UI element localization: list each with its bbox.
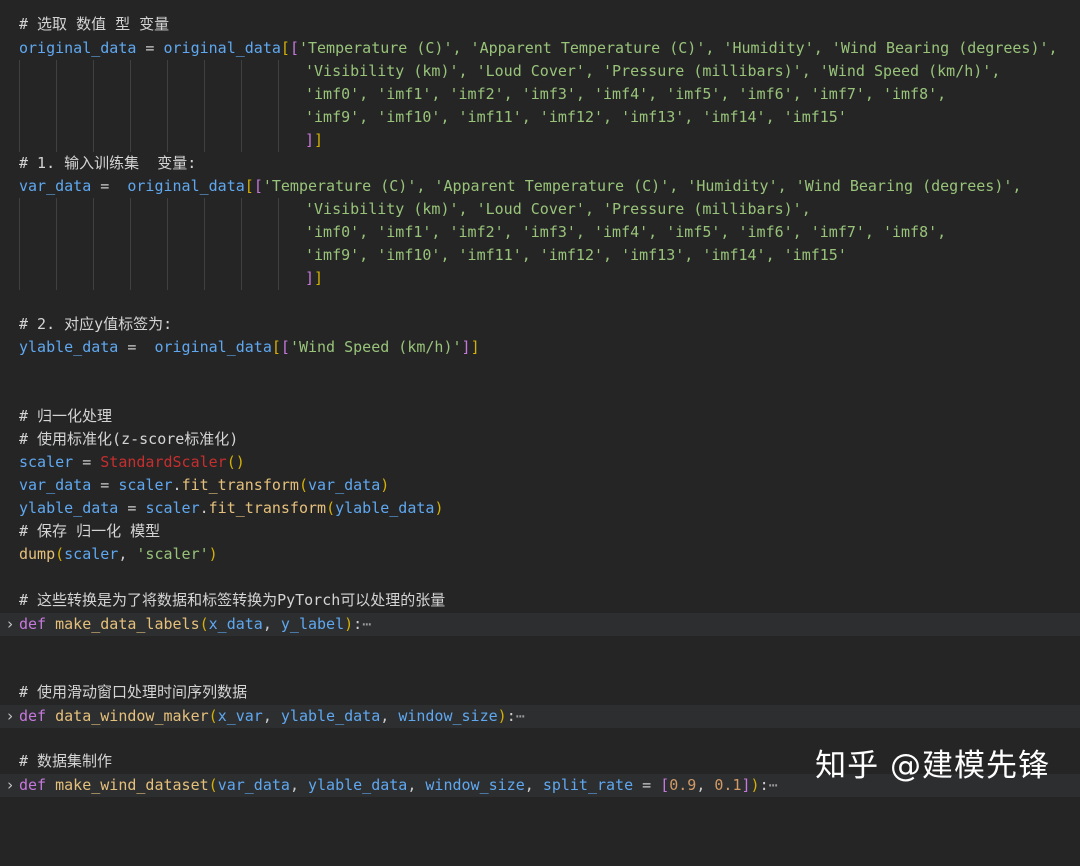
chevron-right-icon[interactable]: › (3, 613, 17, 636)
variable: original_data (163, 39, 281, 57)
code-line: # 选取 数值 型 变量 (0, 13, 1080, 36)
comment: # 这些转换是为了将数据和标签转换为PyTorch可以处理的张量 (19, 591, 446, 609)
variable: var_data (19, 476, 92, 494)
code-line: # 使用标准化(z-score标准化) (0, 428, 1080, 451)
variable: original_data (154, 338, 272, 356)
comment: # 数据集制作 (19, 752, 113, 770)
variable: ylable_data (19, 499, 119, 517)
code-line: # 归一化处理 (0, 405, 1080, 428)
ellipsis-icon[interactable]: ⋯ (362, 615, 371, 633)
code-line: var_data = original_data[['Temperature (… (19, 177, 1022, 195)
code-line: 'Visibility (km)', 'Loud Cover', 'Pressu… (0, 60, 1080, 83)
param: y_label (280, 615, 345, 633)
code-line: var_data = scaler.fit_transform(var_data… (19, 476, 390, 494)
string-list: 'Visibility (km)', 'Loud Cover', 'Pressu… (305, 200, 811, 218)
code-line: 'imf9', 'imf10', 'imf11', 'imf12', 'imf1… (0, 106, 1080, 129)
string-list: 'Temperature (C)', 'Apparent Temperature… (262, 177, 1022, 195)
code-line: # 2. 对应y值标签为: (0, 313, 1080, 336)
code-line: # 1. 输入训练集 变量: (0, 152, 1080, 175)
code-editor[interactable]: # 选取 数值 型 变量 original_data = original_da… (0, 0, 1080, 809)
comment: # 2. 对应y值标签为: (19, 315, 173, 333)
string-list: 'Temperature (C)', 'Apparent Temperature… (298, 39, 1058, 57)
number: 0.9 (669, 776, 697, 794)
comment: # 使用滑动窗口处理时间序列数据 (19, 683, 248, 701)
function-name: make_data_labels (55, 615, 200, 633)
variable: original_data (19, 39, 137, 57)
string-list: 'Visibility (km)', 'Loud Cover', 'Pressu… (305, 62, 1001, 80)
code-line: # 这些转换是为了将数据和标签转换为PyTorch可以处理的张量 (0, 589, 1080, 612)
chevron-right-icon[interactable]: › (3, 774, 17, 797)
code-line: dump(scaler, 'scaler') (19, 545, 218, 563)
code-line: # 使用滑动窗口处理时间序列数据 (0, 681, 1080, 704)
method-name: fit_transform (181, 476, 299, 494)
folded-function[interactable]: › def data_window_maker(x_var, ylable_da… (0, 705, 1080, 728)
class-name: StandardScaler (100, 453, 227, 471)
string-list: 'imf0', 'imf1', 'imf2', 'imf3', 'imf4', … (305, 85, 947, 103)
code-line: 'Visibility (km)', 'Loud Cover', 'Pressu… (0, 198, 1080, 221)
param: x_var (217, 707, 263, 725)
code-line: 'imf0', 'imf1', 'imf2', 'imf3', 'imf4', … (0, 221, 1080, 244)
param: ylable_data (280, 707, 381, 725)
comment: # 选取 数值 型 变量 (19, 15, 170, 33)
variable: scaler (145, 499, 200, 517)
code-line: scaler = StandardScaler() (19, 453, 245, 471)
folded-function[interactable]: › def make_data_labels(x_data, y_label):… (0, 613, 1080, 636)
code-line: 'imf9', 'imf10', 'imf11', 'imf12', 'imf1… (0, 244, 1080, 267)
param: x_data (208, 615, 263, 633)
ellipsis-icon[interactable]: ⋯ (516, 707, 525, 725)
function-name: dump (19, 545, 56, 563)
variable: original_data (127, 177, 245, 195)
comment: # 保存 归一化 模型 (19, 522, 161, 540)
string-list: 'imf9', 'imf10', 'imf11', 'imf12', 'imf1… (305, 246, 847, 264)
ellipsis-icon[interactable]: ⋯ (769, 776, 778, 794)
code-line: # 保存 归一化 模型 (0, 520, 1080, 543)
param: split_rate (542, 776, 634, 794)
argument: var_data (308, 476, 381, 494)
argument: ylable_data (335, 499, 435, 517)
keyword: def (19, 615, 47, 633)
string: 'scaler' (136, 545, 209, 563)
comment: # 1. 输入训练集 变量: (19, 154, 197, 172)
chevron-right-icon[interactable]: › (3, 705, 17, 728)
comment: # 使用标准化(z-score标准化) (19, 430, 239, 448)
comment: # 归一化处理 (19, 407, 113, 425)
watermark: 知乎 @建模先锋 (815, 748, 1050, 784)
number: 0.1 (714, 776, 742, 794)
code-line: ]] (0, 267, 1080, 290)
param: window_size (398, 707, 498, 725)
variable: var_data (19, 177, 92, 195)
function-name: data_window_maker (55, 707, 209, 725)
code-line: ylable_data = scaler.fit_transform(ylabl… (19, 499, 444, 517)
code-line: ylable_data = original_data[['Wind Speed… (19, 338, 480, 356)
function-name: make_wind_dataset (55, 776, 209, 794)
string: 'Wind Speed (km/h)' (289, 338, 462, 356)
method-name: fit_transform (208, 499, 327, 517)
argument: scaler (64, 545, 119, 563)
code-line: ]] (0, 129, 1080, 152)
keyword: def (19, 707, 47, 725)
code-line: original_data = original_data[['Temperat… (19, 39, 1058, 57)
variable: scaler (118, 476, 173, 494)
code-line: 'imf0', 'imf1', 'imf2', 'imf3', 'imf4', … (0, 83, 1080, 106)
keyword: def (19, 776, 47, 794)
string-list: 'imf9', 'imf10', 'imf11', 'imf12', 'imf1… (305, 108, 847, 126)
param: window_size (425, 776, 525, 794)
param: ylable_data (308, 776, 408, 794)
string-list: 'imf0', 'imf1', 'imf2', 'imf3', 'imf4', … (305, 223, 947, 241)
param: var_data (217, 776, 290, 794)
variable: scaler (19, 453, 74, 471)
variable: ylable_data (19, 338, 119, 356)
